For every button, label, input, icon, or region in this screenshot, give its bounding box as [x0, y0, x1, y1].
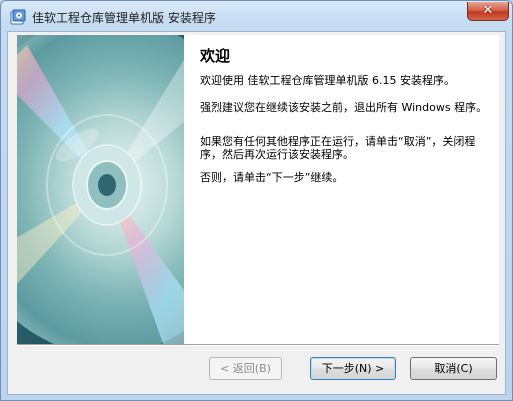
installer-window: 佳软工程仓库管理单机版 安装程序 ✕ 欢迎 欢迎使用 佳软工程仓库管理单机版 6… — [0, 0, 513, 401]
warning-paragraph: 强烈建议您在继续该安装之前，退出所有 Windows 程序。 — [200, 101, 488, 114]
next-instruction-paragraph: 否则，请单击“下一步”继续。 — [200, 171, 344, 184]
title-bar[interactable]: 佳软工程仓库管理单机版 安装程序 ✕ — [1, 1, 512, 31]
close-button[interactable]: ✕ — [467, 2, 509, 21]
welcome-panel: 欢迎 欢迎使用 佳软工程仓库管理单机版 6.15 安装程序。 强烈建议您在继续该… — [184, 35, 499, 344]
installer-app-icon — [10, 9, 26, 25]
window-title: 佳软工程仓库管理单机版 安装程序 — [32, 11, 216, 25]
welcome-heading: 欢迎 — [200, 47, 231, 65]
close-icon: ✕ — [482, 3, 494, 18]
welcome-paragraph: 欢迎使用 佳软工程仓库管理单机版 6.15 安装程序。 — [200, 74, 455, 87]
dialog-body: 欢迎 欢迎使用 佳软工程仓库管理单机版 6.15 安装程序。 强烈建议您在继续该… — [7, 31, 506, 395]
cancel-instruction-paragraph: 如果您有任何其他程序正在运行，请单击“取消”，关闭程序，然后再次运行该安装程序。 — [200, 135, 476, 161]
separator-line — [17, 344, 499, 346]
cd-banner-image — [17, 35, 184, 344]
back-button[interactable]: < 返回(B) — [209, 357, 282, 380]
next-button[interactable]: 下一步(N) > — [310, 357, 396, 380]
cancel-button[interactable]: 取消(C) — [410, 357, 497, 380]
cd-disc-graphic — [17, 35, 184, 344]
